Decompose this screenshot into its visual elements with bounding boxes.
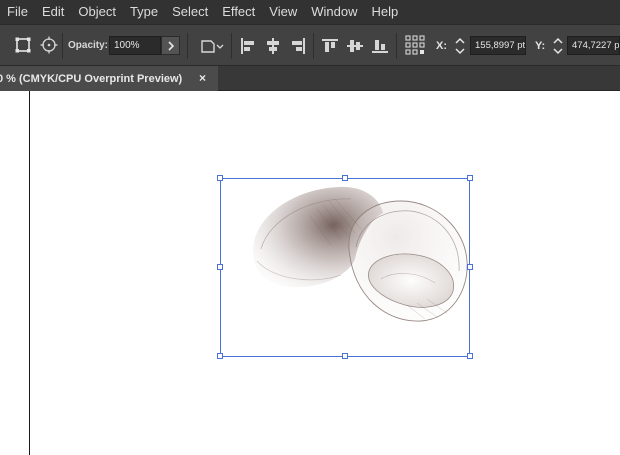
artboard-edge xyxy=(29,91,30,455)
x-input[interactable]: 155,8997 pt xyxy=(470,36,526,55)
bounding-box-icon[interactable] xyxy=(12,34,34,56)
shape-options-dropdown[interactable] xyxy=(198,35,226,57)
align-right-icon[interactable] xyxy=(287,35,309,57)
menu-type[interactable]: Type xyxy=(123,0,165,24)
menu-effect[interactable]: Effect xyxy=(215,0,262,24)
resize-handle-top-left[interactable] xyxy=(217,175,223,181)
separator xyxy=(396,33,397,59)
menu-view[interactable]: View xyxy=(262,0,304,24)
align-left-icon[interactable] xyxy=(237,35,259,57)
x-label: X: xyxy=(436,40,447,52)
reference-point-icon[interactable] xyxy=(38,34,60,56)
menu-edit[interactable]: Edit xyxy=(35,0,71,24)
close-icon[interactable]: × xyxy=(199,71,206,85)
y-stepper[interactable] xyxy=(551,34,565,58)
reference-point-grid-icon[interactable] xyxy=(404,34,426,56)
stepper-icon xyxy=(455,37,465,55)
document-tab-bar: 0 % (CMYK/CPU Overprint Preview) × xyxy=(0,66,620,91)
canvas[interactable] xyxy=(0,91,620,455)
document-tab[interactable]: 0 % (CMYK/CPU Overprint Preview) × xyxy=(0,66,218,91)
resize-handle-right[interactable] xyxy=(467,264,473,270)
resize-handle-bottom[interactable] xyxy=(342,353,348,359)
separator xyxy=(187,33,188,59)
page-shape-icon xyxy=(201,40,224,53)
align-top-icon[interactable] xyxy=(319,35,341,57)
menu-help[interactable]: Help xyxy=(364,0,405,24)
align-vertical-center-icon[interactable] xyxy=(344,35,366,57)
menu-object[interactable]: Object xyxy=(71,0,123,24)
align-bottom-icon[interactable] xyxy=(369,35,391,57)
y-input[interactable]: 474,7227 pt xyxy=(567,36,620,55)
opacity-dropdown-button[interactable] xyxy=(161,36,180,55)
align-horizontal-center-icon[interactable] xyxy=(262,35,284,57)
document-tab-title: 0 % (CMYK/CPU Overprint Preview) xyxy=(0,72,183,85)
menu-window[interactable]: Window xyxy=(304,0,364,24)
menu-file[interactable]: File xyxy=(0,0,35,24)
y-label: Y: xyxy=(535,40,546,52)
menu-select[interactable]: Select xyxy=(165,0,215,24)
opacity-label: Opacity: xyxy=(68,40,109,51)
resize-handle-top[interactable] xyxy=(342,175,348,181)
menu-bar: File Edit Object Type Select Effect View… xyxy=(0,0,620,24)
chevron-right-icon xyxy=(167,40,174,51)
resize-handle-bottom-right[interactable] xyxy=(467,353,473,359)
opacity-input[interactable]: 100% xyxy=(109,36,161,55)
stepper-icon xyxy=(553,37,563,55)
control-bar: Opacity: 100% X: 155,8997 pt Y: 474,7227… xyxy=(0,24,620,66)
resize-handle-top-right[interactable] xyxy=(467,175,473,181)
separator xyxy=(313,33,314,59)
illustrator-window: File Edit Object Type Select Effect View… xyxy=(0,0,620,455)
selection-bounding-box[interactable] xyxy=(220,178,470,357)
resize-handle-left[interactable] xyxy=(217,264,223,270)
x-stepper[interactable] xyxy=(453,34,467,58)
separator xyxy=(62,33,63,59)
resize-handle-bottom-left[interactable] xyxy=(217,353,223,359)
separator xyxy=(231,33,232,59)
